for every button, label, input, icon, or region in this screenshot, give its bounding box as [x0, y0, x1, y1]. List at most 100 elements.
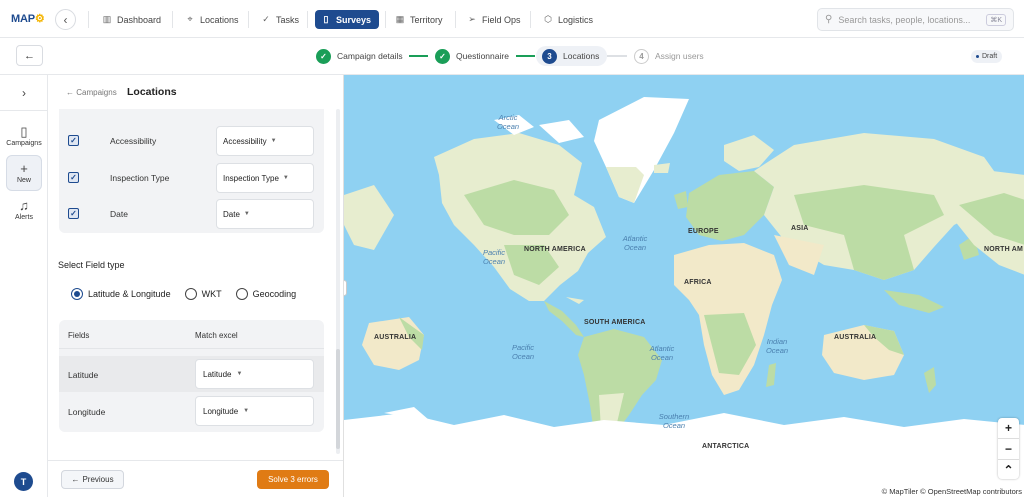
compass-button[interactable]: ⌃: [998, 460, 1019, 480]
caret-down-icon: ▼: [236, 371, 243, 377]
nav-divider: [88, 11, 89, 28]
step-number: 4: [634, 48, 649, 64]
mapping-row-longitude: Longitude Longitude ▼: [59, 393, 324, 429]
mapping-row-latitude: Latitude Latitude ▼: [59, 356, 324, 392]
step-locations[interactable]: 3 Locations: [536, 46, 608, 66]
previous-button[interactable]: ← Previous: [61, 470, 124, 489]
field-row-accessibility: ✓ Accessibility Accessibility ▼: [59, 125, 324, 157]
clipboard-icon: ▯: [20, 124, 28, 139]
global-search-input[interactable]: ⚲ Search tasks, people, locations... ⌘K: [817, 8, 1014, 31]
nav-item-tasks[interactable]: ✓ Tasks: [255, 10, 305, 29]
step-number: 3: [542, 48, 557, 64]
field-checkbox[interactable]: ✓: [68, 135, 79, 146]
bar-chart-icon: ▥: [102, 14, 112, 24]
top-nav: MAP⚙ ‹ ▥ Dashboard ⌖ Locations ✓ Tasks ▯…: [0, 0, 1024, 38]
radio-lat-long[interactable]: Latitude & Longitude: [71, 288, 171, 300]
map-label-pacific-ocean-south: Pacific Ocean: [511, 343, 535, 361]
nav-item-dashboard[interactable]: ▥ Dashboard: [96, 10, 167, 29]
map-label-australia-left: AUSTRALIA: [374, 334, 417, 341]
map-label-arctic-ocean: Arctic Ocean: [496, 113, 520, 131]
nav-item-logistics[interactable]: ⬡ Logistics: [537, 10, 599, 29]
nav-divider: [455, 11, 456, 28]
caret-down-icon: ▼: [243, 211, 250, 217]
panel-resize-handle[interactable]: [344, 280, 347, 296]
app-logo[interactable]: MAP⚙: [11, 12, 45, 25]
arrow-left-icon: ←: [71, 475, 80, 484]
radio-geocoding[interactable]: Geocoding: [235, 288, 296, 300]
map-label-southern-ocean: Southern Ocean: [658, 412, 690, 430]
map-label-africa: AFRICA: [684, 279, 712, 286]
wizard-stepper-bar: ← ✓ Campaign details ✓ Questionnaire 3 L…: [0, 38, 1024, 75]
panel-scrollbar[interactable]: [336, 109, 340, 454]
map-label-atlantic-ocean-south: Atlantic Ocean: [649, 344, 675, 362]
chevron-right-icon: ›: [22, 85, 26, 100]
nav-divider: [172, 11, 173, 28]
map-label-pacific-ocean-north: Pacific Ocean: [482, 248, 506, 266]
zoom-in-button[interactable]: +: [998, 418, 1019, 438]
field-type-radio-group: Latitude & Longitude WKT Geocoding: [71, 288, 310, 300]
send-icon: ➢: [468, 14, 476, 24]
map-attribution[interactable]: © MapTiler © OpenStreetMap contributors: [870, 485, 1024, 497]
breadcrumb-campaigns[interactable]: ← Campaigns: [66, 88, 117, 97]
nav-item-field-ops[interactable]: ➢ Field Ops: [461, 10, 527, 29]
left-rail: › ▯ Campaigns + New ♫ Alerts T: [0, 75, 48, 497]
bell-icon: ♫: [19, 198, 29, 213]
locations-panel: ← Campaigns Locations ✓ Accessibility Ac…: [48, 75, 343, 497]
box-icon: ⬡: [544, 14, 552, 24]
radio-icon: [235, 288, 248, 300]
step-connector: [409, 55, 428, 57]
rail-item-new[interactable]: + New: [6, 155, 42, 191]
plus-icon: +: [20, 161, 28, 176]
wizard-back-button[interactable]: ←: [16, 45, 43, 66]
map-label-north-america-wrap: NORTH AM: [984, 246, 1024, 253]
rail-item-campaigns[interactable]: ▯ Campaigns: [6, 118, 42, 154]
radio-wkt[interactable]: WKT: [184, 288, 222, 300]
field-checkbox[interactable]: ✓: [68, 172, 79, 183]
step-campaign-details[interactable]: ✓ Campaign details: [316, 46, 403, 66]
search-icon: ⚲: [825, 14, 833, 25]
nav-item-locations[interactable]: ⌖ Locations: [179, 10, 245, 29]
caret-down-icon: ▼: [282, 175, 289, 181]
check-icon: ✓: [262, 14, 270, 24]
field-row-date: ✓ Date Date ▼: [59, 198, 324, 230]
field-selection-card: ✓ Accessibility Accessibility ▼ ✓ Inspec…: [59, 109, 324, 233]
page-title: Locations: [127, 86, 177, 98]
field-match-select[interactable]: Inspection Type ▼: [216, 163, 314, 193]
step-assign-users[interactable]: 4 Assign users: [634, 46, 704, 66]
map-label-south-america: SOUTH AMERICA: [584, 319, 646, 326]
search-placeholder: Search tasks, people, locations...: [838, 14, 971, 25]
zoom-out-button[interactable]: −: [998, 439, 1019, 459]
field-match-select[interactable]: Accessibility ▼: [216, 126, 314, 156]
status-dot-icon: [976, 55, 979, 58]
nav-divider: [248, 11, 249, 28]
map-zoom-controls: + − ⌃: [998, 418, 1019, 479]
nav-item-territory[interactable]: ▦ Territory: [389, 10, 449, 29]
latitude-match-select[interactable]: Latitude ▼: [195, 359, 314, 389]
step-check-icon: ✓: [435, 48, 450, 64]
arrow-left-icon: ←: [24, 49, 35, 62]
radio-selected-icon: [71, 288, 83, 300]
rail-item-alerts[interactable]: ♫ Alerts: [6, 192, 42, 228]
field-match-select[interactable]: Date ▼: [216, 199, 314, 229]
step-connector: [607, 55, 627, 57]
nav-item-surveys[interactable]: ▯ Surveys: [315, 10, 379, 29]
status-badge: Draft: [971, 50, 1003, 63]
user-avatar[interactable]: T: [14, 472, 33, 491]
rail-expand-button[interactable]: ›: [0, 75, 48, 111]
step-questionnaire[interactable]: ✓ Questionnaire: [435, 46, 509, 66]
world-map[interactable]: NORTH AMERICA NORTH AM SOUTH AMERICA EUR…: [343, 75, 1024, 497]
chevron-left-icon: ‹: [63, 12, 68, 27]
map-label-north-america: NORTH AMERICA: [524, 246, 586, 253]
field-mapping-card: Fields Match excel Latitude Latitude ▼ L…: [59, 320, 324, 432]
solve-errors-button[interactable]: Solve 3 errors: [257, 470, 329, 489]
step-check-icon: ✓: [316, 48, 331, 64]
caret-down-icon: ▼: [270, 138, 277, 144]
map-label-europe: EUROPE: [688, 228, 719, 235]
nav-divider: [385, 11, 386, 28]
search-shortcut-badge: ⌘K: [986, 13, 1006, 26]
field-checkbox[interactable]: ✓: [68, 208, 79, 219]
longitude-match-select[interactable]: Longitude ▼: [195, 396, 314, 426]
caret-down-icon: ▼: [243, 408, 250, 414]
radio-icon: [184, 288, 197, 300]
nav-back-button[interactable]: ‹: [55, 9, 76, 30]
